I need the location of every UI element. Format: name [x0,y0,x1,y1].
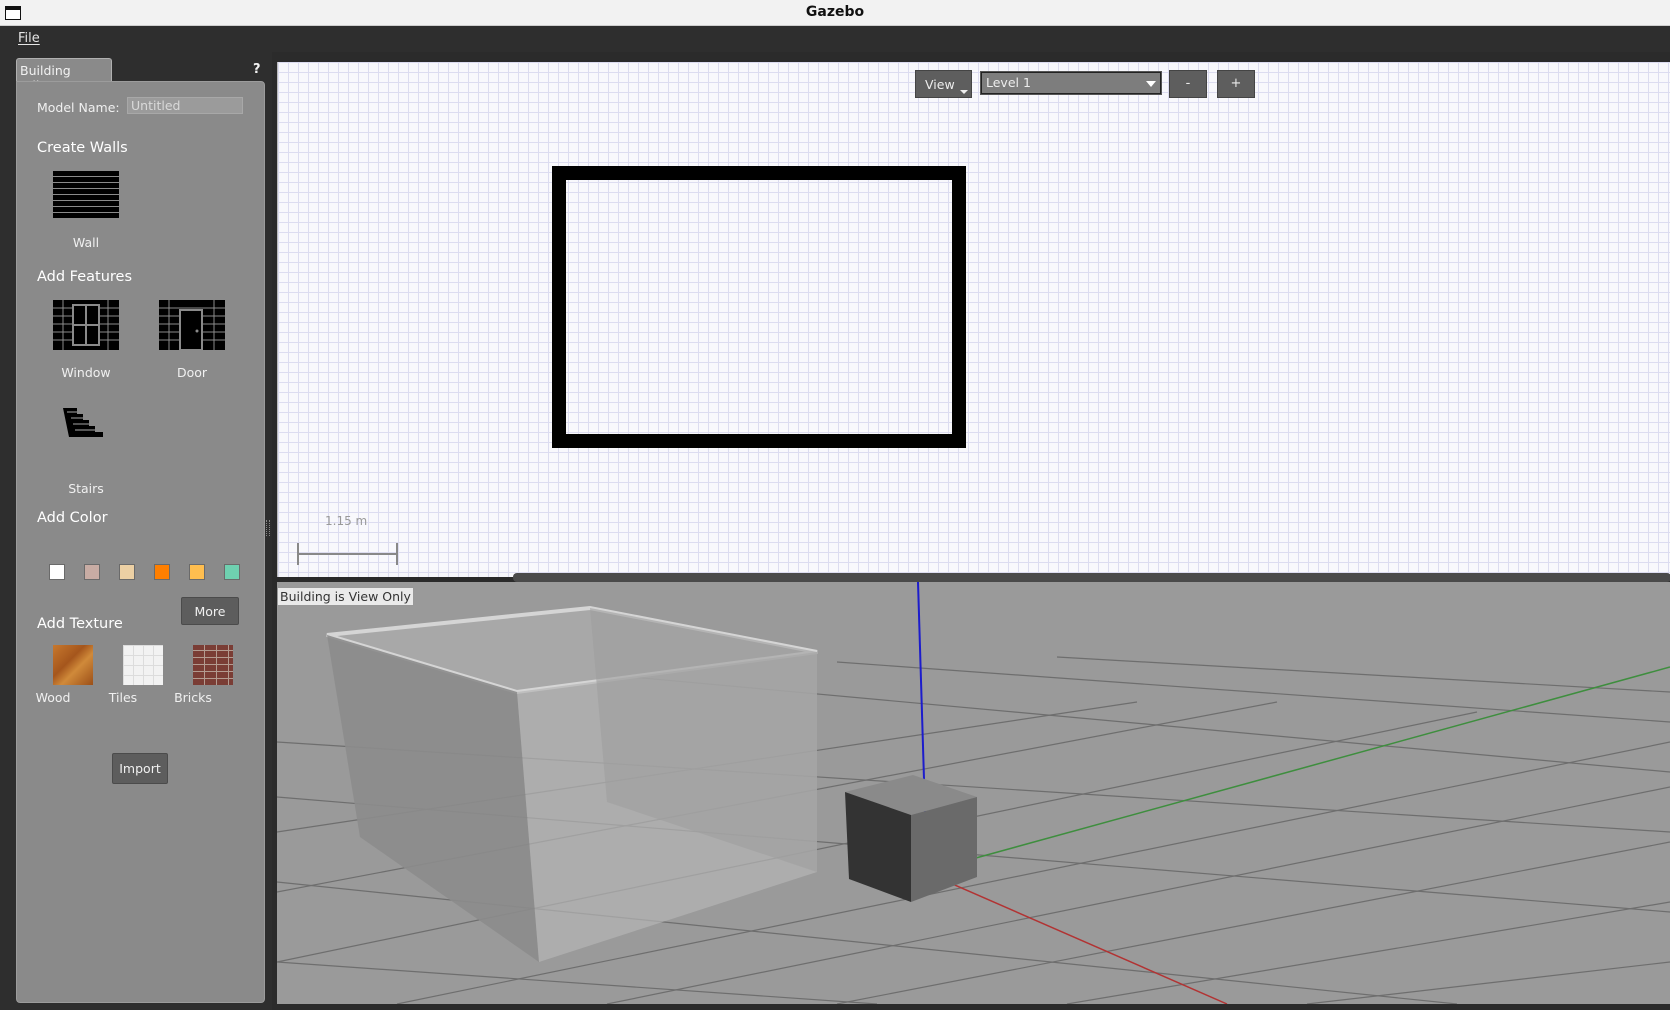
brick-wall-icon [53,170,119,218]
building-editor-panel: Model Name: Create Walls Wall Add Featur… [16,81,265,1003]
color-swatch-orange[interactable] [154,564,170,580]
window-button[interactable] [53,300,119,350]
window-icon [53,300,119,350]
color-swatch-rose[interactable] [84,564,100,580]
color-swatch-tan[interactable] [119,564,135,580]
3d-preview[interactable]: Building is View Only [277,582,1670,1004]
title-bar: Gazebo [0,0,1670,26]
x-axis-line [924,871,1228,1004]
level-select[interactable]: Level 1 [980,71,1162,95]
import-button[interactable]: Import [112,753,168,784]
wall-button[interactable] [53,170,119,218]
tiles-label: Tiles [108,690,138,705]
bricks-texture-swatch[interactable] [193,645,233,685]
add-texture-heading: Add Texture [37,616,123,632]
horizontal-scrollbar[interactable] [513,573,1670,582]
color-swatch-yellow[interactable] [189,564,205,580]
view-only-status: Building is View Only [277,587,414,606]
color-swatch-teal[interactable] [224,564,240,580]
chevron-down-icon [1146,81,1156,87]
color-swatch-white[interactable] [49,564,65,580]
wood-label: Wood [35,690,71,705]
more-colors-button[interactable]: More [181,597,239,625]
dropdown-arrow-icon [960,90,968,94]
wood-texture-swatch[interactable] [53,645,93,685]
building-walls-3d [326,605,818,962]
help-button[interactable]: ? [253,62,261,77]
scale-label: 1.15 m [325,514,368,528]
stairs-icon [63,408,103,437]
y-axis-line [924,666,1670,873]
add-color-heading: Add Color [37,510,108,526]
zoom-in-button[interactable]: + [1217,70,1255,98]
create-walls-heading: Create Walls [37,140,128,156]
view-label: View [925,77,955,92]
tiles-texture-swatch[interactable] [123,645,163,685]
vertical-splitter-handle[interactable] [266,520,270,536]
door-icon [159,300,225,351]
add-features-heading: Add Features [37,269,133,285]
stairs-label: Stairs [68,481,104,496]
level-value: Level 1 [986,75,1031,90]
wall-label: Wall [72,235,100,250]
menu-file[interactable]: File [18,31,40,46]
bricks-label: Bricks [174,690,212,705]
wall-outline[interactable] [552,166,966,448]
left-dock: Building Editor ? Model Name: Create Wal… [0,52,272,1010]
stairs-button[interactable] [59,404,109,440]
floorplan-editor[interactable]: View Level 1 - + 1.15 m [277,62,1670,582]
window-title: Gazebo [805,4,865,20]
3d-scene [277,582,1670,1004]
cube-model [845,775,977,902]
window-label: Window [61,365,111,380]
view-button[interactable]: View [915,70,972,98]
model-name-input[interactable] [127,97,243,114]
zoom-out-button[interactable]: - [1169,70,1207,98]
model-name-label: Model Name: [37,100,120,115]
menu-bar: File [0,26,1670,52]
door-button[interactable] [159,300,225,351]
scale-bar [297,543,398,565]
tab-building-editor[interactable]: Building Editor [16,58,112,93]
door-label: Door [176,365,208,380]
